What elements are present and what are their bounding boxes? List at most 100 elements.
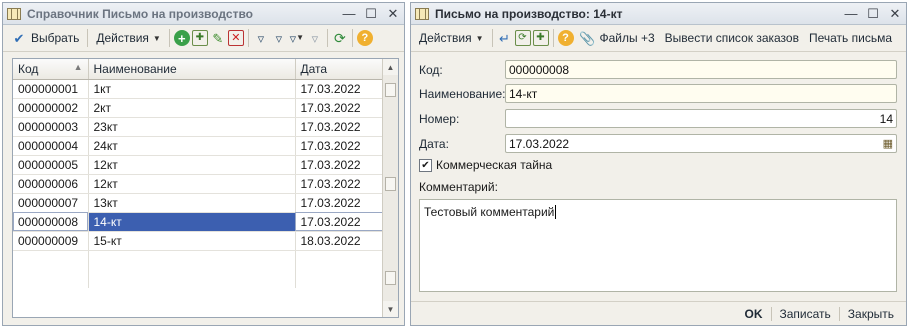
cell-name[interactable]: 2кт bbox=[88, 98, 296, 118]
table-row[interactable]: 000000008 14-кт 17.03.2022 bbox=[13, 212, 384, 232]
number-row: Номер: 14 bbox=[419, 109, 897, 128]
catalog-window: Справочник Письмо на производство — ☐ ✕ … bbox=[2, 2, 405, 326]
save-and-close-icon[interactable]: ↵ bbox=[497, 30, 513, 46]
maximize-icon[interactable]: ☐ bbox=[866, 7, 880, 21]
cell-name[interactable]: 12кт bbox=[88, 174, 296, 194]
secret-row[interactable]: ✔ Коммерческая тайна bbox=[419, 158, 552, 172]
help-icon[interactable]: ? bbox=[557, 30, 574, 46]
cell-date[interactable]: 17.03.2022 bbox=[295, 174, 384, 194]
paperclip-icon: 📎 bbox=[579, 30, 596, 46]
edit-icon[interactable]: ✎ bbox=[210, 30, 226, 46]
cell-date[interactable]: 18.03.2022 bbox=[295, 231, 384, 251]
table-row[interactable]: 000000004 24кт 17.03.2022 bbox=[13, 136, 384, 156]
comment-textarea[interactable]: Тестовый комментарий bbox=[419, 199, 897, 292]
code-label: Код: bbox=[419, 62, 443, 77]
close-button[interactable]: Закрыть bbox=[844, 307, 898, 321]
cell-date[interactable]: 17.03.2022 bbox=[295, 155, 384, 175]
cell-name[interactable]: 13кт bbox=[88, 193, 296, 213]
cell-code[interactable]: 000000008 bbox=[13, 212, 89, 232]
actions-menu-button[interactable]: Действия ▼ bbox=[92, 27, 165, 49]
name-field[interactable]: 14-кт bbox=[505, 84, 897, 103]
cell-code[interactable]: 000000006 bbox=[13, 174, 89, 194]
table-row[interactable]: 000000003 23кт 17.03.2022 bbox=[13, 117, 384, 137]
clear-filter-icon[interactable]: ▿ bbox=[307, 30, 323, 46]
code-field[interactable]: 000000008 bbox=[505, 60, 897, 79]
date-row: Дата: 17.03.2022 ▦ bbox=[419, 134, 897, 153]
scroll-mark-bottom[interactable] bbox=[385, 271, 396, 285]
number-field[interactable]: 14 bbox=[505, 109, 897, 128]
filter-by-value-icon[interactable]: ▿ bbox=[271, 30, 287, 46]
number-label: Номер: bbox=[419, 111, 460, 126]
minimize-icon[interactable]: — bbox=[342, 7, 356, 21]
refresh-icon[interactable]: ⟳ bbox=[332, 30, 348, 46]
chevron-down-icon: ▼ bbox=[152, 33, 161, 43]
scroll-mark-top[interactable] bbox=[385, 83, 396, 97]
table-header-row: Код ▲ Наименование Дата bbox=[13, 59, 384, 80]
cell-code[interactable]: 000000004 bbox=[13, 136, 89, 156]
actions-menu-button[interactable]: Действия ▼ bbox=[415, 27, 488, 49]
text-cursor bbox=[555, 205, 557, 219]
chevron-down-icon: ▼ bbox=[475, 33, 484, 43]
close-icon[interactable]: ✕ bbox=[888, 7, 902, 21]
cell-date[interactable]: 17.03.2022 bbox=[295, 193, 384, 213]
table-row[interactable]: 000000007 13кт 17.03.2022 bbox=[13, 193, 384, 213]
print-letter-button[interactable]: Печать письма bbox=[805, 27, 896, 49]
cell-name[interactable]: 12кт bbox=[88, 155, 296, 175]
select-icon: ✔ bbox=[13, 30, 25, 46]
help-icon[interactable]: ? bbox=[356, 30, 373, 46]
save-icon[interactable]: ⟳ bbox=[514, 30, 531, 46]
cell-date[interactable]: 17.03.2022 bbox=[295, 136, 384, 156]
item-titlebar[interactable]: Письмо на производство: 14-кт — ☐ ✕ bbox=[411, 3, 906, 25]
table-row[interactable]: 000000002 2кт 17.03.2022 bbox=[13, 98, 384, 118]
column-header-code[interactable]: Код ▲ bbox=[13, 59, 89, 80]
date-field[interactable]: 17.03.2022 ▦ bbox=[505, 134, 897, 153]
delete-icon[interactable]: ✕ bbox=[227, 30, 244, 46]
files-button[interactable]: 📎 Файлы +3 bbox=[576, 27, 659, 49]
column-header-date[interactable]: Дата bbox=[295, 59, 384, 80]
cell-code[interactable]: 000000009 bbox=[13, 231, 89, 251]
ok-button[interactable]: OK bbox=[741, 307, 767, 321]
minimize-icon[interactable]: — bbox=[844, 7, 858, 21]
scroll-up-icon[interactable]: ▲ bbox=[383, 59, 398, 75]
calendar-icon[interactable]: ▦ bbox=[883, 137, 893, 150]
cell-code[interactable]: 000000007 bbox=[13, 193, 89, 213]
add-icon[interactable]: + bbox=[173, 30, 190, 46]
cell-date[interactable]: 17.03.2022 bbox=[295, 98, 384, 118]
scroll-thumb[interactable] bbox=[385, 177, 396, 191]
close-icon[interactable]: ✕ bbox=[386, 7, 400, 21]
select-button[interactable]: ✔ Выбрать bbox=[7, 27, 83, 49]
comment-text: Тестовый комментарий bbox=[424, 205, 555, 219]
maximize-icon[interactable]: ☐ bbox=[364, 7, 378, 21]
scroll-down-icon[interactable]: ▼ bbox=[383, 301, 398, 317]
catalog-titlebar[interactable]: Справочник Письмо на производство — ☐ ✕ bbox=[3, 3, 404, 25]
cell-code[interactable]: 000000001 bbox=[13, 79, 89, 99]
cell-name[interactable]: 1кт bbox=[88, 79, 296, 99]
save-button[interactable]: Записать bbox=[776, 307, 835, 321]
filter-list-icon[interactable]: ▿ ▼ bbox=[289, 30, 305, 46]
secret-checkbox[interactable]: ✔ bbox=[419, 158, 432, 172]
cell-date[interactable]: 17.03.2022 bbox=[295, 212, 384, 232]
copy-icon[interactable]: ✚ bbox=[191, 30, 208, 46]
cell-name[interactable]: 23кт bbox=[88, 117, 296, 137]
table-row[interactable]: 000000006 12кт 17.03.2022 bbox=[13, 174, 384, 194]
copy-icon[interactable]: ✚ bbox=[532, 30, 549, 46]
empty-row bbox=[13, 250, 384, 269]
cell-name[interactable]: 24кт bbox=[88, 136, 296, 156]
cell-name[interactable]: 14-кт bbox=[88, 212, 296, 232]
cell-date[interactable]: 17.03.2022 bbox=[295, 117, 384, 137]
table-row[interactable]: 000000005 12кт 17.03.2022 bbox=[13, 155, 384, 175]
catalog-table[interactable]: Код ▲ Наименование Дата 000000001 1кт 17.03… bbox=[12, 58, 399, 318]
orders-list-button[interactable]: Вывести список заказов bbox=[661, 27, 803, 49]
cell-code[interactable]: 000000002 bbox=[13, 98, 89, 118]
cell-date[interactable]: 17.03.2022 bbox=[295, 79, 384, 99]
column-header-name[interactable]: Наименование bbox=[88, 59, 296, 80]
table-scrollbar[interactable]: ▲ ▼ bbox=[382, 59, 398, 317]
item-form-window: Письмо на производство: 14-кт — ☐ ✕ Дейс… bbox=[410, 2, 907, 326]
table-row[interactable]: 000000009 15-кт 18.03.2022 bbox=[13, 231, 384, 251]
cell-code[interactable]: 000000003 bbox=[13, 117, 89, 137]
catalog-toolbar: ✔ Выбрать Действия ▼ + ✚ ✎ ✕ ▿ ▿ ▿ ▼ ▿ ⟳ … bbox=[3, 25, 404, 52]
cell-code[interactable]: 000000005 bbox=[13, 155, 89, 175]
filter-icon[interactable]: ▿ bbox=[253, 30, 269, 46]
table-row[interactable]: 000000001 1кт 17.03.2022 bbox=[13, 79, 384, 99]
cell-name[interactable]: 15-кт bbox=[88, 231, 296, 251]
